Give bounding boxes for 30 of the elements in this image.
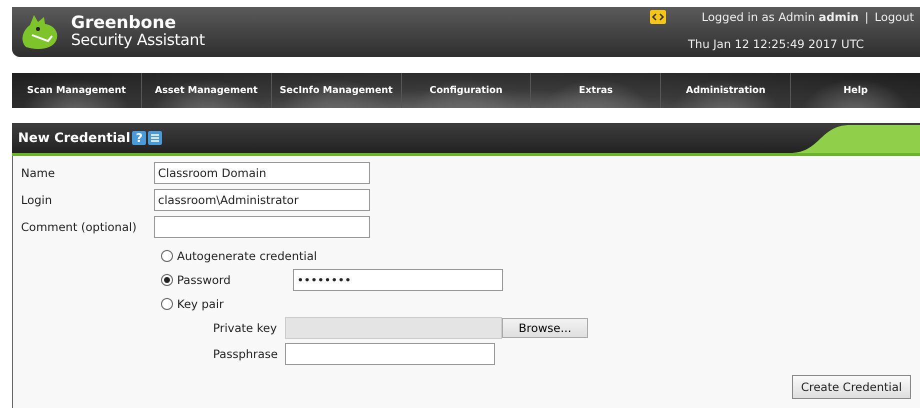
option-label: Password — [177, 273, 232, 287]
separator: | — [864, 10, 869, 24]
text-field[interactable]: Classroom Domain — [154, 162, 370, 184]
field-label: Passphrase — [213, 347, 279, 361]
panel-title: New Credential — [18, 130, 130, 146]
logout-link[interactable]: Logout — [874, 10, 914, 24]
field-label: Name — [21, 166, 56, 180]
login-status: Logged in as Admin admin — [702, 10, 859, 24]
list-icon[interactable] — [148, 131, 162, 145]
create-credential-button[interactable]: Create Credential — [792, 375, 911, 399]
date-time: Thu Jan 12 12:25:49 2017 UTC — [688, 37, 864, 51]
field-label: Login — [21, 193, 54, 207]
radio-button[interactable] — [161, 298, 173, 310]
option-label: Autogenerate credential — [177, 249, 317, 263]
browse-button[interactable]: Browse... — [502, 318, 588, 338]
logo-subtitle: Security Assistant — [71, 31, 205, 49]
field-label: Private key — [213, 321, 278, 335]
nav-menu-item[interactable]: SecInfo Management — [272, 73, 402, 108]
radio-button[interactable] — [161, 250, 173, 262]
option-label: Key pair — [177, 297, 225, 311]
radio-button[interactable] — [161, 274, 173, 286]
nav-menu-item[interactable]: Configuration — [402, 73, 532, 108]
text-field[interactable]: classroom\Administrator — [154, 189, 370, 211]
text-field[interactable] — [154, 216, 370, 238]
field-label: Comment (optional) — [21, 220, 138, 234]
password-field[interactable]: •••••••• — [293, 269, 503, 291]
file-field[interactable] — [285, 317, 502, 339]
logo-title: Greenbone — [71, 14, 176, 32]
text-field[interactable] — [285, 343, 495, 365]
code-icon[interactable] — [650, 10, 666, 24]
